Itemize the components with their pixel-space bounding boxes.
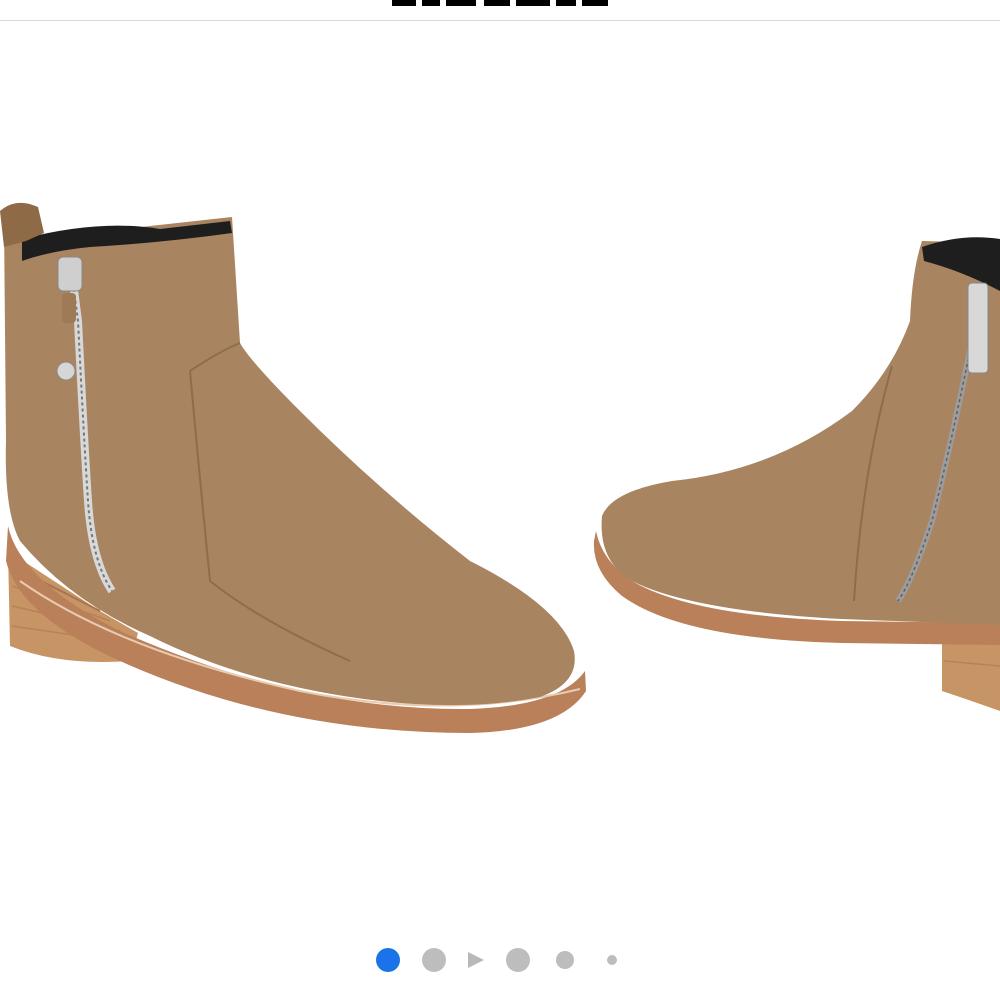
product-image-boot-side[interactable] [0, 21, 600, 921]
top-header [0, 0, 1000, 21]
product-image-carousel[interactable] [0, 21, 1000, 921]
pagination-dot[interactable] [506, 948, 530, 972]
pagination-dot[interactable] [422, 948, 446, 972]
pagination-dot[interactable] [556, 951, 574, 969]
video-play-icon[interactable] [468, 952, 484, 968]
pagination-dot-active[interactable] [376, 948, 400, 972]
carousel-pagination [0, 940, 1000, 980]
product-image-boot-inner[interactable] [592, 21, 1000, 921]
brand-logo-icon[interactable] [392, 0, 608, 6]
product-page [0, 0, 1000, 1000]
pagination-dot[interactable] [607, 955, 617, 965]
